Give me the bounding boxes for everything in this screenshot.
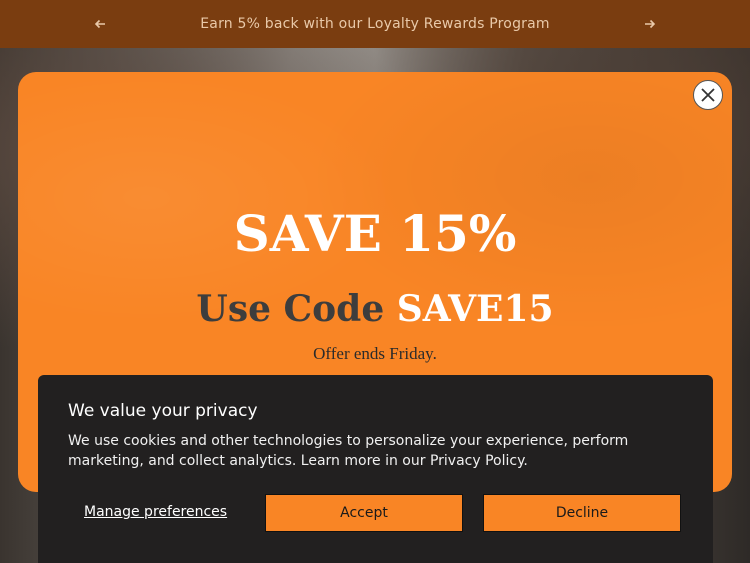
close-icon	[701, 88, 715, 102]
manage-preferences-link[interactable]: Manage preferences	[84, 504, 227, 520]
promo-title: SAVE 15%	[233, 204, 517, 263]
arrow-left-icon[interactable]	[90, 14, 110, 34]
decline-button[interactable]: Decline	[483, 494, 681, 532]
cookie-title: We value your privacy	[68, 401, 258, 421]
cookie-text: We use cookies and other technologies to…	[68, 433, 629, 469]
cookie-actions: Manage preferences Accept Decline	[68, 494, 683, 532]
announcement-bar: Earn 5% back with our Loyalty Rewards Pr…	[0, 0, 750, 48]
cookie-banner: We value your privacy We use cookies and…	[38, 375, 713, 563]
promo-code-prefix: Use Code	[196, 288, 397, 330]
promo-expiry: Offer ends Friday.	[313, 344, 437, 363]
close-button[interactable]	[693, 80, 723, 110]
arrow-right-icon[interactable]	[640, 14, 660, 34]
promo-code-line: Use Code SAVE15	[18, 288, 732, 330]
announcement-text[interactable]: Earn 5% back with our Loyalty Rewards Pr…	[200, 16, 549, 32]
promo-code: SAVE15	[396, 288, 554, 330]
accept-button[interactable]: Accept	[265, 494, 463, 532]
